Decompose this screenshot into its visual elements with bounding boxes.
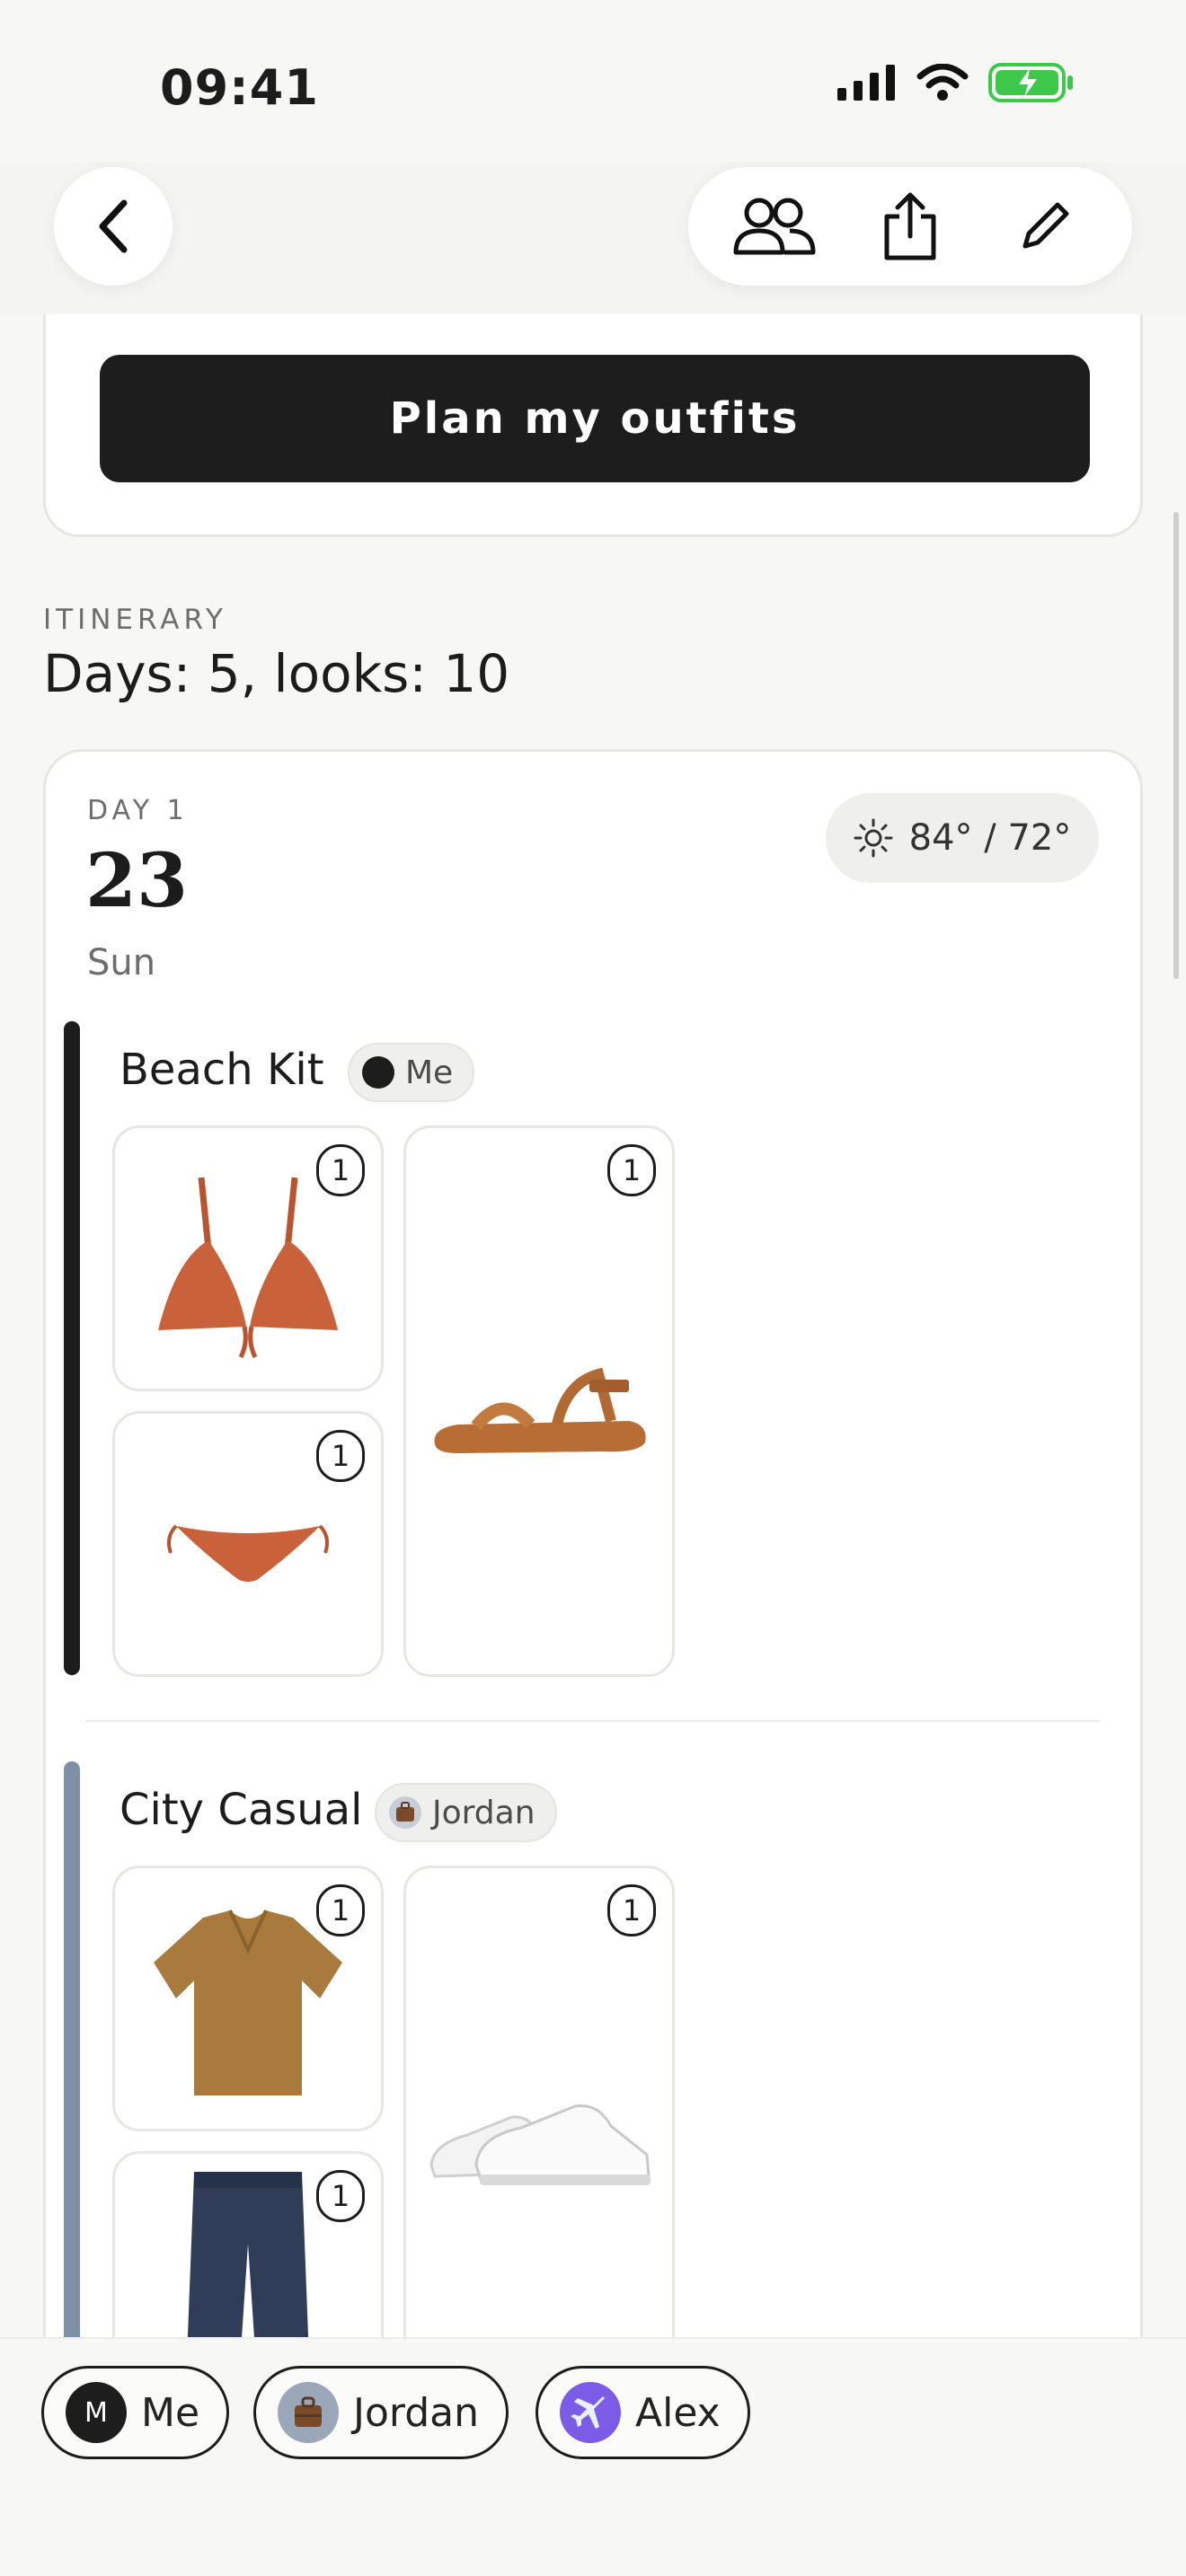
share-button[interactable] — [861, 177, 960, 276]
person-chip-jordan[interactable]: Jordan — [253, 2366, 509, 2459]
scroll-indicator[interactable] — [1173, 512, 1179, 979]
person-name: Jordan — [353, 2389, 479, 2436]
item-card-sandal[interactable]: 1 — [403, 1125, 675, 1677]
chevron-left-icon — [99, 199, 128, 253]
wifi-icon — [916, 64, 969, 101]
owner-avatar — [362, 1056, 394, 1089]
quantity-badge: 1 — [607, 1144, 656, 1196]
itinerary-title: Days: 5, looks: 10 — [43, 643, 510, 704]
avatar — [560, 2382, 621, 2443]
people-filter-bar: M Me Jordan Alex — [0, 2337, 1186, 2576]
look-divider — [85, 1720, 1101, 1722]
avatar: M — [66, 2382, 127, 2443]
share-icon — [884, 192, 936, 260]
quantity-badge: 1 — [316, 1144, 365, 1196]
person-name: Alex — [635, 2389, 721, 2436]
owner-avatar — [389, 1796, 421, 1829]
airplane-icon — [571, 2396, 605, 2429]
look-title: Beach Kit — [119, 1045, 324, 1095]
item-card-jeans[interactable]: 1 — [112, 2151, 384, 2337]
status-icons — [837, 63, 1075, 102]
battery-icon — [988, 63, 1073, 102]
person-name: Me — [141, 2389, 200, 2436]
look-accent-bar — [64, 1761, 80, 2337]
item-card-polo-shirt[interactable]: 1 — [112, 1866, 384, 2131]
suitcase-icon — [396, 1802, 414, 1822]
suitcase-icon — [295, 2396, 322, 2427]
item-card-bikini-bottom[interactable]: 1 — [112, 1411, 384, 1677]
day-number: 23 — [85, 838, 189, 924]
owner-chip[interactable]: Jordan — [375, 1783, 557, 1842]
signal-icon — [837, 65, 895, 101]
item-card-sneakers[interactable]: 1 — [403, 1866, 675, 2337]
plan-card: Plan my outfits — [43, 314, 1143, 537]
sandal-image — [434, 1367, 646, 1453]
quantity-badge: 1 — [316, 2170, 365, 2222]
owner-name: Me — [405, 1054, 454, 1091]
header-actions — [688, 167, 1132, 286]
trip-content[interactable]: Plan my outfits ITINERARY Days: 5, looks… — [0, 314, 1186, 2337]
quantity-badge: 1 — [607, 1884, 656, 1936]
avatar-initial: M — [84, 2396, 108, 2429]
status-bar: 09:41 — [0, 0, 1186, 162]
owner-chip[interactable]: Me — [348, 1043, 475, 1102]
look-title: City Casual — [119, 1785, 363, 1835]
bikini-bottom-image — [167, 1524, 329, 1582]
day-weekday: Sun — [87, 942, 156, 984]
day-card: DAY 1 23 Sun 84° / 72° Beach Kit Me 1 1 … — [43, 749, 1143, 2337]
status-time: 09:41 — [160, 59, 319, 116]
look-card[interactable]: Beach Kit Me 1 1 1 — [46, 1021, 1146, 1677]
quantity-badge: 1 — [316, 1884, 365, 1936]
day-kicker: DAY 1 — [87, 795, 189, 826]
look-accent-bar — [64, 1021, 80, 1675]
sun-icon — [854, 818, 893, 858]
itinerary-kicker: ITINERARY — [43, 604, 227, 636]
edit-button[interactable] — [996, 177, 1094, 276]
share-with-people-button[interactable] — [726, 177, 825, 276]
back-button[interactable] — [54, 167, 173, 286]
person-chip-me[interactable]: M Me — [41, 2366, 230, 2459]
avatar — [278, 2382, 339, 2443]
weather-badge: 84° / 72° — [826, 793, 1099, 883]
quantity-badge: 1 — [316, 1430, 365, 1482]
jeans-image — [187, 2172, 309, 2337]
owner-name: Jordan — [432, 1794, 535, 1831]
weather-text: 84° / 72° — [908, 817, 1072, 859]
plan-outfits-button[interactable]: Plan my outfits — [100, 355, 1090, 482]
person-chip-alex[interactable]: Alex — [535, 2366, 750, 2459]
look-card[interactable]: City Casual Jordan 1 1 1 — [46, 1761, 1146, 2337]
sneakers-image — [429, 2104, 651, 2185]
pencil-icon — [1022, 202, 1069, 249]
item-card-bikini-top[interactable]: 1 — [112, 1125, 384, 1391]
people-icon — [733, 198, 816, 255]
